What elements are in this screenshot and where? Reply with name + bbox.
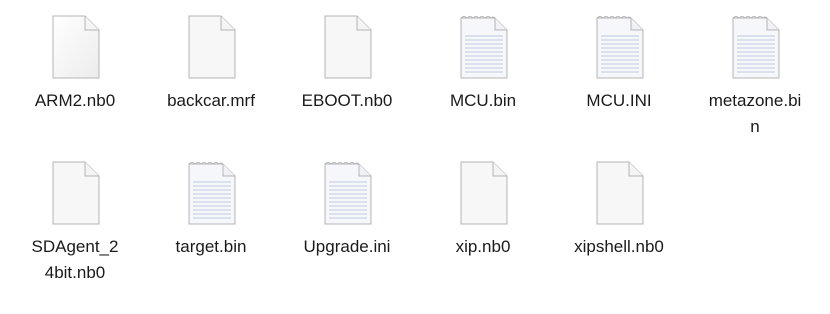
- blank-file-icon: [460, 161, 508, 225]
- file-item-target-bin[interactable]: target.bin: [156, 160, 266, 260]
- file-name-label: target.bin: [175, 237, 247, 256]
- file-item-mcu-bin[interactable]: MCU.bin: [428, 14, 538, 114]
- blank-file-icon: [188, 15, 236, 79]
- file-name-label: MCU.bin: [449, 91, 517, 110]
- file-name-label: ARM2.nb0: [34, 91, 116, 110]
- text-file-icon: [188, 162, 236, 225]
- file-name-label: EBOOT.nb0: [301, 91, 393, 110]
- file-item-upgrade-ini[interactable]: Upgrade.ini: [292, 160, 402, 260]
- text-file-icon: [596, 16, 644, 79]
- file-item-xipshell-nb0[interactable]: xipshell.nb0: [564, 160, 674, 260]
- blank-file-icon: [52, 15, 100, 79]
- file-name-label: metazone.bin: [708, 91, 802, 136]
- blank-file-icon: [324, 15, 372, 79]
- file-item-backcar-mrf[interactable]: backcar.mrf: [156, 14, 266, 114]
- file-item-eboot-nb0[interactable]: EBOOT.nb0: [292, 14, 402, 114]
- text-file-icon: [460, 16, 508, 79]
- file-name-label: backcar.mrf: [167, 91, 255, 110]
- file-item-sdagent-24bit-nb0[interactable]: SDAgent_24bit.nb0: [20, 160, 130, 286]
- file-item-xip-nb0[interactable]: xip.nb0: [428, 160, 538, 260]
- file-item-mcu-ini[interactable]: MCU.INI: [564, 14, 674, 114]
- text-file-icon: [732, 16, 780, 79]
- file-name-label: xip.nb0: [455, 237, 511, 256]
- text-file-icon: [324, 162, 372, 225]
- file-name-label: SDAgent_24bit.nb0: [31, 237, 119, 282]
- file-list-pane: ARM2.nb0 backcar.mrf EBOOT.nb0 MCU.bin M…: [0, 0, 830, 314]
- file-name-label: MCU.INI: [586, 91, 652, 110]
- file-name-label: xipshell.nb0: [574, 237, 664, 256]
- file-name-label: Upgrade.ini: [303, 237, 391, 256]
- blank-file-icon: [596, 161, 644, 225]
- file-item-arm2-nb0[interactable]: ARM2.nb0: [20, 14, 130, 114]
- blank-file-icon: [52, 161, 100, 225]
- file-item-metazone-bin[interactable]: metazone.bin: [700, 14, 810, 140]
